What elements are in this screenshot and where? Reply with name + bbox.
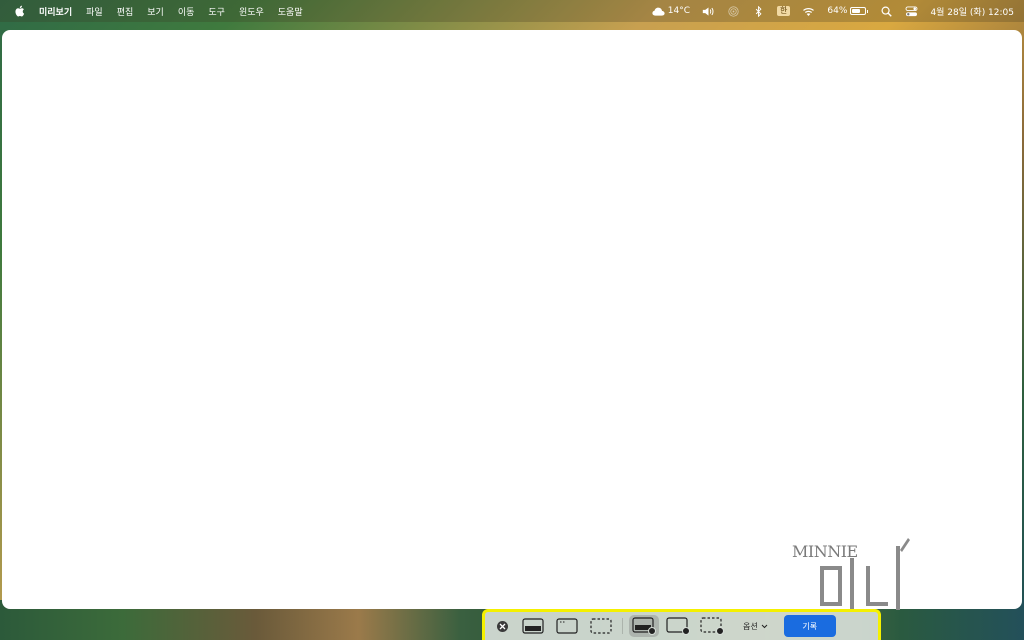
record-selection-button[interactable] xyxy=(697,615,727,637)
wifi-icon xyxy=(803,7,815,16)
chevron-down-icon xyxy=(761,624,768,628)
menu-help[interactable]: 도움말 xyxy=(278,5,303,18)
watermark-hangul-mark xyxy=(820,538,910,610)
record-screen-icon xyxy=(632,617,656,635)
airdrop-status[interactable] xyxy=(727,5,740,17)
capture-window-icon xyxy=(556,618,578,634)
capture-window-button[interactable] xyxy=(552,615,582,637)
battery-fill xyxy=(852,9,861,13)
options-label: 옵션 xyxy=(743,621,758,631)
menu-file[interactable]: 파일 xyxy=(86,5,103,18)
record-entire-screen-button[interactable] xyxy=(629,615,659,637)
battery-status[interactable]: 64% xyxy=(827,6,869,16)
capture-selection-button[interactable] xyxy=(586,615,616,637)
airdrop-icon xyxy=(728,5,739,17)
control-center-button[interactable] xyxy=(905,5,918,17)
search-icon xyxy=(881,6,893,17)
volume-status[interactable] xyxy=(702,6,715,17)
apple-icon[interactable] xyxy=(14,5,25,17)
toolbar-separator xyxy=(622,618,623,634)
control-center-icon xyxy=(905,5,918,16)
screenshot-toolbar: 옵션 기록 xyxy=(482,609,881,640)
menu-edit[interactable]: 편집 xyxy=(117,5,134,18)
menu-window[interactable]: 윈도우 xyxy=(239,5,264,18)
bluetooth-icon xyxy=(755,5,762,17)
record-selection-icon xyxy=(700,617,724,635)
capture-selection-icon xyxy=(590,618,612,634)
wifi-status[interactable] xyxy=(802,6,815,17)
battery-icon xyxy=(850,7,867,15)
menu-clock[interactable]: 4월 28일 (화) 12:05 xyxy=(930,5,1014,18)
menu-bar: 미리보기 파일 편집 보기 이동 도구 윈도우 도움말 14°C 한 64% 4… xyxy=(0,0,1024,22)
watermark-logo: MINNIE xyxy=(792,536,922,616)
menu-app-name[interactable]: 미리보기 xyxy=(39,5,72,18)
record-selection-window-button[interactable] xyxy=(663,615,693,637)
bluetooth-status[interactable] xyxy=(752,5,765,17)
input-source[interactable]: 한 xyxy=(777,6,791,16)
battery-percent: 64% xyxy=(827,6,848,16)
record-window-icon xyxy=(666,617,690,635)
close-toolbar-button[interactable] xyxy=(497,620,508,632)
options-menu-button[interactable]: 옵션 xyxy=(743,621,768,632)
capture-entire-screen-button[interactable] xyxy=(518,615,548,637)
spotlight-button[interactable] xyxy=(880,6,893,17)
weather-temperature: 14°C xyxy=(667,6,691,16)
menu-go[interactable]: 이동 xyxy=(178,5,195,18)
menu-view[interactable]: 보기 xyxy=(147,5,164,18)
cloud-icon xyxy=(652,7,665,16)
menu-bar-left: 미리보기 파일 편집 보기 이동 도구 윈도우 도움말 xyxy=(14,5,317,18)
close-icon xyxy=(499,623,506,629)
menu-tools[interactable]: 도구 xyxy=(208,5,225,18)
input-source-badge: 한 xyxy=(777,6,791,16)
record-button[interactable]: 기록 xyxy=(783,615,836,637)
weather-status[interactable]: 14°C xyxy=(652,6,690,17)
capture-screen-icon xyxy=(522,618,544,634)
preview-window xyxy=(2,30,1022,609)
speaker-icon xyxy=(702,6,714,16)
menu-bar-right: 14°C 한 64% 4월 28일 (화) 12:05 xyxy=(640,5,1014,18)
battery-nub xyxy=(867,9,869,13)
